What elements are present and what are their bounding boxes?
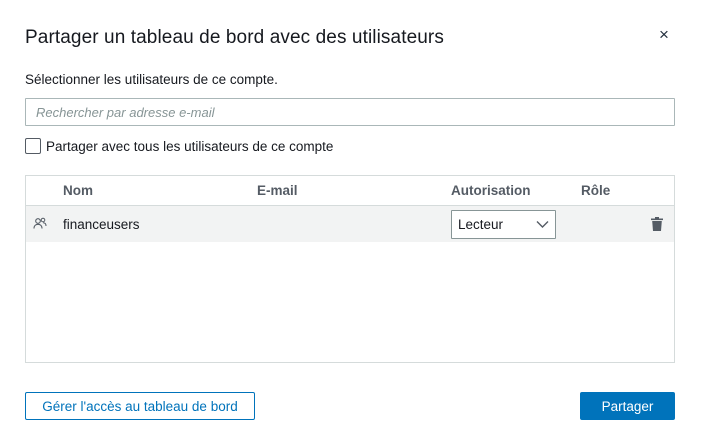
column-header-permission: Autorisation — [451, 183, 531, 198]
trash-icon[interactable] — [651, 217, 663, 231]
share-all-checkbox[interactable] — [25, 138, 41, 154]
dialog-title: Partager un tableau de bord avec des uti… — [25, 27, 444, 48]
share-dashboard-dialog: Partager un tableau de bord avec des uti… — [0, 0, 701, 442]
search-input[interactable] — [25, 98, 675, 126]
close-icon[interactable]: × — [655, 26, 673, 44]
share-all-option[interactable]: Partager avec tous les utilisateurs de c… — [25, 138, 333, 154]
column-header-name: Nom — [63, 183, 93, 198]
permission-value: Lecteur — [458, 217, 504, 232]
share-button[interactable]: Partager — [580, 392, 675, 420]
permission-select[interactable]: Lecteur — [451, 210, 556, 239]
table-header: Nom E-mail Autorisation Rôle — [26, 176, 674, 206]
table-row: financeusers Lecteur — [26, 206, 674, 242]
column-header-email: E-mail — [257, 183, 298, 198]
share-all-label: Partager avec tous les utilisateurs de c… — [46, 138, 334, 154]
user-name: financeusers — [63, 217, 140, 232]
user-group-icon — [33, 217, 47, 229]
column-header-role: Rôle — [581, 183, 611, 198]
chevron-down-icon — [536, 221, 549, 228]
users-table: Nom E-mail Autorisation Rôle financeuser… — [25, 175, 675, 363]
manage-access-button[interactable]: Gérer l'accès au tableau de bord — [25, 392, 255, 420]
instructions-text: Sélectionner les utilisateurs de ce comp… — [25, 72, 278, 87]
